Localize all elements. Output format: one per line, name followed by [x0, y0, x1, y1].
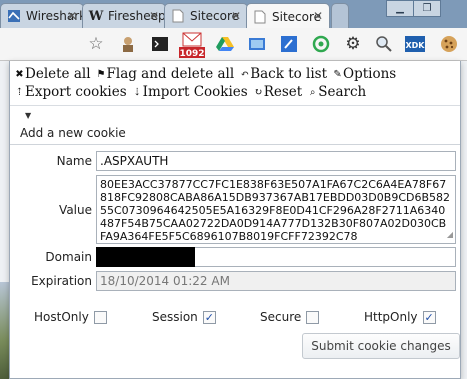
tab-sitecore-active[interactable]: Sitecore ✕: [246, 3, 330, 29]
mustache-icon[interactable]: [118, 34, 138, 54]
value-label: Value: [59, 203, 92, 217]
menu-row: ⇡ Export cookies ⇣ Import Cookies ↻ Rese…: [15, 83, 460, 101]
search-button[interactable]: ⌕ Search: [308, 84, 366, 100]
pencil-icon[interactable]: [279, 34, 299, 54]
tab-firesheep[interactable]: W Firesheep ✕: [82, 3, 166, 28]
close-icon[interactable]: ✕: [67, 9, 77, 23]
delete-all-button[interactable]: ✖ Delete all: [15, 66, 91, 82]
close-icon[interactable]: ✕: [231, 9, 241, 23]
domain-label: Domain: [45, 250, 92, 264]
tab-strip: Wireshark ✕ W Firesheep ✕ Sitecore ✕ Sit…: [0, 0, 467, 29]
menu-label: Back to list: [250, 66, 328, 82]
submit-cookie-changes-button[interactable]: Submit cookie changes: [302, 333, 460, 359]
session-flag: Session: [152, 310, 216, 324]
tab-wireshark[interactable]: Wireshark ✕: [0, 3, 84, 28]
domain-field[interactable]: [195, 247, 456, 267]
reset-icon: ↻: [254, 86, 263, 98]
close-icon[interactable]: ✕: [313, 9, 323, 23]
browser-toolbar: ☆ 1092 ⚙ XDK: [0, 28, 467, 61]
close-icon[interactable]: ✕: [149, 9, 159, 23]
google-drive-icon[interactable]: [215, 34, 235, 54]
secure-label: Secure: [260, 310, 302, 324]
value-text: 80EE3ACC37877CC7FC1E838F63E507A1FA67C2C6…: [100, 178, 451, 243]
star-icon[interactable]: ☆: [86, 34, 106, 54]
domain-redaction: [96, 247, 195, 267]
menu-label: Export cookies: [25, 84, 127, 100]
magnifier-icon[interactable]: [374, 34, 394, 54]
minimize-icon[interactable]: ▁: [386, 0, 414, 17]
expiration-field[interactable]: [96, 271, 456, 291]
expiration-label: Expiration: [31, 274, 92, 288]
add-cookie-section[interactable]: ▼ Add a new cookie: [10, 106, 460, 145]
new-tab-button[interactable]: [331, 3, 349, 28]
hostonly-flag: HostOnly: [34, 310, 107, 324]
menu-row: ✖ Delete all ⚑ Flag and delete all ↶ Bac…: [15, 65, 460, 83]
flag-icon: ⚑: [96, 68, 106, 80]
xdk-icon[interactable]: XDK: [405, 34, 425, 54]
page-icon: [252, 9, 268, 25]
page-icon: [170, 8, 186, 24]
xdk-label: XDK: [405, 41, 425, 50]
session-label: Session: [152, 310, 198, 324]
session-checkbox[interactable]: [202, 310, 216, 324]
hostonly-checkbox[interactable]: [93, 310, 107, 324]
gear-icon[interactable]: ⚙: [343, 34, 363, 54]
name-field[interactable]: [96, 151, 456, 171]
httponly-label: HttpOnly: [364, 310, 418, 324]
wrench-icon: ✎: [333, 68, 342, 80]
httponly-checkbox[interactable]: [422, 310, 436, 324]
delete-all-icon: ✖: [15, 68, 24, 80]
menu-label: Import Cookies: [142, 84, 248, 100]
popup-menu: ✖ Delete all ⚑ Flag and delete all ↶ Bac…: [10, 61, 460, 105]
screenshot-icon[interactable]: [247, 34, 267, 54]
gmail-badge-count: 1092: [179, 49, 204, 59]
reset-button[interactable]: ↻ Reset: [254, 84, 303, 100]
secure-checkbox[interactable]: [306, 310, 320, 324]
cookie-editor-popup: ✖ Delete all ⚑ Flag and delete all ↶ Bac…: [9, 61, 461, 379]
restore-icon[interactable]: ❐: [413, 0, 441, 17]
tab-sitecore[interactable]: Sitecore ✕: [164, 3, 248, 28]
value-field[interactable]: 80EE3ACC37877CC7FC1E838F63E507A1FA67C2C6…: [96, 175, 456, 244]
resize-grip-icon[interactable]: ◢: [447, 228, 453, 241]
import-cookies-button[interactable]: ⇣ Import Cookies: [133, 84, 248, 100]
menu-label: Delete all: [25, 66, 91, 82]
cookie-icon[interactable]: [439, 34, 459, 54]
secure-flag: Secure: [260, 310, 320, 324]
terminal-icon[interactable]: [150, 34, 170, 54]
httponly-flag: HttpOnly: [364, 310, 436, 324]
name-label: Name: [56, 154, 92, 168]
search-icon: ⌕: [309, 86, 316, 98]
export-cookies-button[interactable]: ⇡ Export cookies: [15, 84, 127, 100]
import-icon: ⇣: [132, 86, 142, 98]
wireshark-icon: [6, 8, 22, 24]
flag-and-delete-all-button[interactable]: ⚑ Flag and delete all: [97, 66, 235, 82]
back-icon: ↶: [240, 68, 249, 80]
wikipedia-icon: W: [88, 8, 104, 24]
menu-label: Search: [318, 84, 367, 100]
divider: [10, 144, 460, 145]
evernote-icon[interactable]: [311, 34, 331, 54]
hostonly-label: HostOnly: [34, 310, 89, 324]
menu-label: Flag and delete all: [106, 66, 235, 82]
export-icon: ⇡: [15, 86, 24, 98]
options-button[interactable]: ✎ Options: [333, 66, 396, 82]
back-to-list-button[interactable]: ↶ Back to list: [240, 66, 327, 82]
add-cookie-label[interactable]: Add a new cookie: [20, 126, 126, 140]
menu-label: Options: [343, 66, 397, 82]
menu-label: Reset: [263, 84, 303, 100]
expand-arrow-icon[interactable]: ▼: [25, 111, 31, 120]
gmail-icon[interactable]: 1092: [178, 31, 206, 59]
